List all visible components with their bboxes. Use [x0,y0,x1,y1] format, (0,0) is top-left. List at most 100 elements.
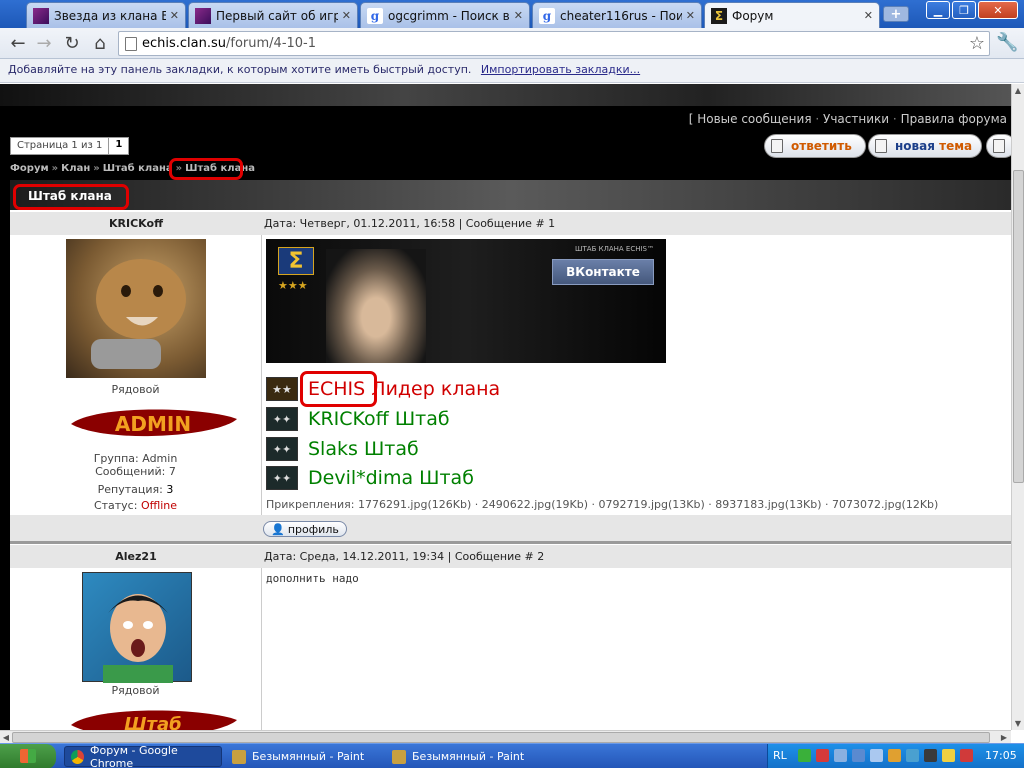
document-icon [875,139,887,153]
scroll-down-icon[interactable]: ▼ [1012,717,1024,729]
user-icon: 👤 [271,522,285,536]
google-icon: g [539,7,555,24]
post-meta: Дата: Четверг, 01.12.2011, 16:58 | Сообщ… [264,217,556,230]
staff-rank-icon: ✦✦ [266,407,298,431]
scroll-left-icon[interactable]: ◀ [0,731,12,743]
breadcrumb-clan[interactable]: Клан [61,163,90,174]
profile-button[interactable]: 👤 профиль [263,521,347,537]
close-icon[interactable]: ✕ [864,9,873,22]
import-bookmarks-link[interactable]: Импортировать закладки... [481,63,640,76]
vertical-scroll-thumb[interactable] [1013,170,1024,483]
close-icon[interactable]: ✕ [170,9,179,22]
roster-role: Штаб [363,438,419,460]
forum-top-links: [ Новые сообщения · Участники · Правила … [688,112,1007,126]
admin-rank-badge: ADMIN [67,399,239,449]
soldier-portrait [326,249,426,363]
roster-line-staff: ✦✦ Devil*dima Штаб [266,466,474,490]
scroll-right-icon[interactable]: ▶ [998,731,1010,743]
system-tray: RL 17:05 [767,744,1024,768]
horizontal-scrollbar[interactable]: ◀ ▶ [0,730,1011,743]
tab-games-site[interactable]: Первый сайт об играх бе ✕ [188,2,358,28]
network-tray-icon[interactable] [834,749,847,762]
user-status: Статус: Offline [93,499,178,512]
site-header-strip [0,84,1011,106]
vertical-scrollbar[interactable]: ▲ ▼ [1011,84,1024,730]
close-icon[interactable]: ✕ [686,9,695,22]
task-paint-2[interactable]: Безымянный - Paint [386,746,542,767]
clan-banner: Σ ★★★ ШТАБ КЛАНА ECHIS™ ВКонтакте [266,239,666,363]
task-chrome[interactable]: Форум - Google Chrome [64,744,222,768]
update-tray-icon[interactable] [960,749,973,762]
purple-site-icon [195,7,211,24]
sigma-logo-icon: Σ [278,247,314,275]
roster-name: Slaks [308,438,358,460]
gear-tray-icon[interactable] [870,749,883,762]
restore-button[interactable]: ❐ [952,1,976,19]
bookmark-star-icon[interactable]: ☆ [969,33,985,54]
svg-text:ADMIN: ADMIN [115,412,191,436]
close-icon[interactable]: ✕ [514,9,523,22]
stars-icon: ★★★ [278,279,308,292]
address-bar[interactable]: echis.clan.su/forum/4-10-1 ☆ [118,31,990,56]
google-icon: g [367,7,383,24]
home-button[interactable]: ⌂ [88,32,112,54]
members-link[interactable]: Участники [823,112,889,126]
cat-avatar-icon [91,259,186,369]
highlight-forum-title [13,184,129,210]
roster-name: KRICKoff [308,408,389,430]
post-author[interactable]: Alez21 [10,550,262,563]
browser-toolbar: ← → ↻ ⌂ echis.clan.su/forum/4-10-1 ☆ 🔧 [0,28,1024,59]
reload-button[interactable]: ↻ [60,32,84,54]
roster-role: Штаб [419,467,474,489]
wrench-icon[interactable]: 🔧 [996,32,1018,53]
shield-tray-icon[interactable] [816,749,829,762]
tab-google-ogcgrimm[interactable]: g ogcgrimm - Поиск в Google ✕ [360,2,530,28]
staff-rank-icon: ✦✦ [266,466,298,490]
check-tray-icon[interactable] [798,749,811,762]
staff-rank-icon: ✦✦ [266,437,298,461]
chrome-icon [71,749,85,764]
close-window-button[interactable]: ✕ [978,1,1018,19]
new-messages-link[interactable]: Новые сообщения [697,112,811,126]
back-button[interactable]: ← [6,32,30,54]
clock: 17:05 [985,749,1017,762]
url-text[interactable]: echis.clan.su/forum/4-10-1 [142,36,969,51]
globe-tray-icon[interactable] [888,749,901,762]
windows-flag-icon [20,749,36,763]
new-tab-button[interactable]: + [883,6,909,22]
post-author[interactable]: KRICKoff [10,217,262,230]
page-number[interactable]: 1 [109,138,128,154]
attachments[interactable]: Прикрепления: 1776291.jpg(126Kb) · 24906… [266,498,938,511]
breadcrumb-hq[interactable]: Штаб клана [103,163,173,174]
forward-button[interactable]: → [32,32,56,54]
task-paint-1[interactable]: Безымянный - Paint [226,746,382,767]
more-button[interactable] [986,134,1011,158]
staff-rank-badge: Штаб [67,700,239,730]
post-text: дополнить надо [266,572,359,585]
sigma-icon: Σ [711,7,727,24]
start-button[interactable] [0,744,56,768]
tab-forum[interactable]: Σ Форум ✕ [704,2,880,28]
post-header: Alez21 Дата: Среда, 14.12.2011, 19:34 | … [10,544,1011,568]
chat-tray-icon[interactable] [906,749,919,762]
monitor-tray-icon[interactable] [852,749,865,762]
breadcrumb-forum[interactable]: Форум [10,163,49,174]
new-topic-button[interactable]: новая тема [868,134,982,158]
plane-tray-icon[interactable] [942,749,955,762]
minimize-button[interactable]: ▁ [926,1,950,19]
user-rank: Рядовой [111,383,160,396]
rules-link[interactable]: Правила форума [901,112,1007,126]
taskbar: Форум - Google Chrome Безымянный - Paint… [0,743,1024,768]
pagination: Страница 1 из 1 1 [10,137,130,155]
svg-text:Штаб: Штаб [124,714,181,730]
speaker-tray-icon[interactable] [924,749,937,762]
tab-google-cheater[interactable]: g cheater116rus - Поиск в G ✕ [532,2,702,28]
scroll-up-icon[interactable]: ▲ [1012,84,1024,96]
close-icon[interactable]: ✕ [342,9,351,22]
user-messages: Сообщений: 7 [95,465,176,478]
reply-button[interactable]: ответить [764,134,866,158]
horizontal-scroll-thumb[interactable] [12,732,990,743]
vk-button[interactable]: ВКонтакте [552,259,654,285]
tab-bears-star[interactable]: Звезда из клана Bears™ ✕ [26,2,186,28]
language-indicator[interactable]: RL [773,749,787,762]
